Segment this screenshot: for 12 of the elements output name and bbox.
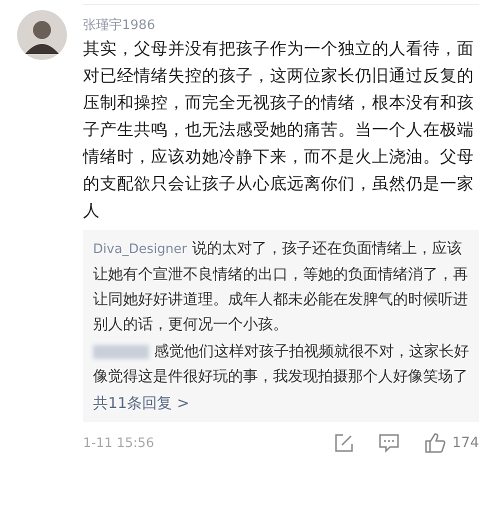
reply-text: Diva_Designer 说的太对了，孩子还在负面情绪上，应该让她有个宣泄不良情绪的出口，等她的负面情绪消了，再让同她好好讲道理。成年人都未必能在发脾气的时候听进别人的话，更何况一个小孩。 (93, 238, 469, 335)
reply-username[interactable]: Diva_Designer (93, 242, 188, 257)
timestamp: 1-11 15:56 (83, 436, 154, 450)
reply-text: 感觉他们这样对孩子拍视频就很不对，这家长好像觉得这是件很好玩的事，我发现拍摄那个人好像笑场了 (93, 341, 469, 387)
like-count: 174 (452, 435, 479, 451)
more-replies-link[interactable]: 共11条回复 > (93, 391, 469, 416)
username[interactable]: 张瑾宇1986 (83, 17, 479, 35)
edit-icon[interactable] (334, 433, 354, 453)
comment-icon[interactable] (378, 433, 400, 453)
comment-text: 其实，父母并没有把孩子作为一个独立的人看待，面对已经情绪失控的孩子，这两位家长仍旧通过反复的压制和操控，而完全无视孩子的情绪，根本没有和孩子产生共鸣，也无法感受她的痛苦。当一个人在极端情绪时，应该劝她冷静下来，而不是火上浇油。父母的支配欲只会让孩子从心底远离你们，虽然仍是一家人 (83, 38, 475, 222)
thumbs-up-icon[interactable] (424, 432, 446, 454)
avatar (17, 10, 67, 60)
